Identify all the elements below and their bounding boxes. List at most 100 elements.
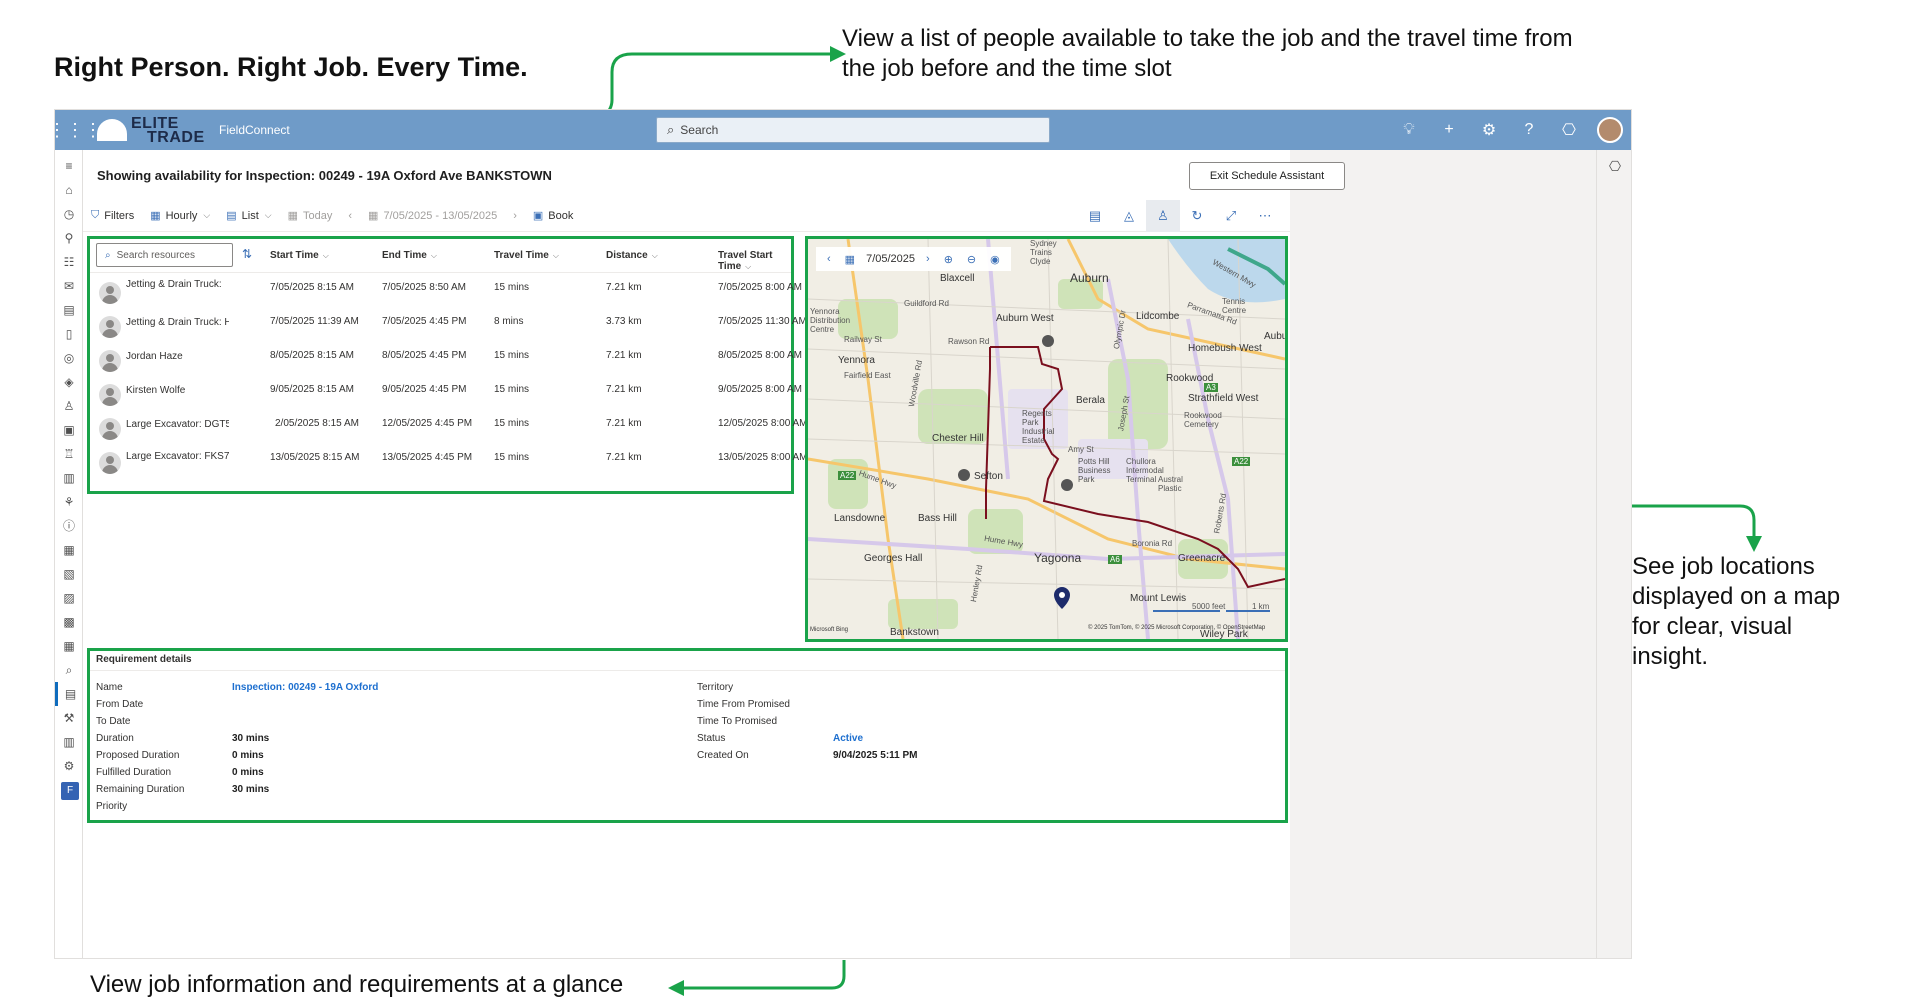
search-icon: ⌕ <box>667 122 675 137</box>
waffle-icon[interactable]: ⋮⋮⋮ <box>55 110 102 150</box>
plus-icon[interactable]: + <box>1429 121 1469 139</box>
detail-label: Status <box>697 733 726 744</box>
notes-icon[interactable]: ▧ <box>55 562 83 586</box>
resource-name[interactable]: Large Excavator: FKS785 <box>126 451 229 462</box>
dashboard-icon[interactable]: ☷ <box>55 250 83 274</box>
clipboard-icon[interactable]: ▤ <box>55 298 83 322</box>
worker-icon[interactable]: ♖ <box>55 442 83 466</box>
hourly-dropdown[interactable]: ▦ Hourly ⌵ <box>142 200 218 232</box>
detail-name-link[interactable]: Inspection: 00249 - 19A Oxford <box>232 682 378 693</box>
map-label: Auburn West <box>996 313 1054 324</box>
table-row[interactable]: Large Excavator: FKS785 13/05/2025 8:15 … <box>90 445 808 479</box>
resource-name[interactable]: Jetting & Drain Truck: <box>126 279 229 290</box>
schedule-nav-icon[interactable]: ▤ <box>55 682 83 706</box>
area-switcher[interactable]: F <box>61 782 79 800</box>
map-label: Potts Hill Business Park <box>1078 457 1111 484</box>
column-header-travel-start-time[interactable]: Travel Start Time ⌵ <box>718 250 791 272</box>
expand-icon[interactable]: ⤢ <box>1214 200 1248 232</box>
table-row[interactable]: Large Excavator: DGT564 2/05/2025 8:15 A… <box>90 411 808 445</box>
resource-name[interactable]: Kirsten Wolfe <box>126 385 229 396</box>
header-divider <box>90 272 791 273</box>
app-name[interactable]: FieldConnect <box>219 123 290 137</box>
detail-label: To Date <box>96 716 131 727</box>
list-nav-icon[interactable]: ▨ <box>55 586 83 610</box>
distance-cell: 3.73 km <box>606 316 642 327</box>
lightbulb-icon[interactable]: 💡︎ <box>1389 121 1429 139</box>
sort-icon[interactable]: ⇅ <box>242 247 252 261</box>
mail-icon[interactable]: ✉ <box>55 274 83 298</box>
detail-label: Territory <box>697 682 734 693</box>
map-date[interactable]: 7/05/2025 <box>866 253 915 265</box>
zoom-out-icon[interactable]: ⊖ <box>967 253 976 266</box>
search-nav-icon[interactable]: ⌕ <box>55 658 83 682</box>
refresh-icon[interactable]: ↻ <box>1180 200 1214 232</box>
resource-name[interactable]: Jordan Haze <box>126 351 229 362</box>
travel-start-cell: 8/05/2025 8:00 AM <box>718 350 802 361</box>
table-row[interactable]: Jetting & Drain Truck: HJI 7/05/2025 11:… <box>90 309 807 343</box>
form-icon[interactable]: ▥ <box>55 730 83 754</box>
zoom-in-icon[interactable]: ⊕ <box>944 253 953 266</box>
route-icon[interactable]: ⚘ <box>55 490 83 514</box>
copilot-icon[interactable]: ⎔ <box>1549 120 1589 140</box>
resource-name[interactable]: Large Excavator: DGT564 <box>126 419 229 430</box>
road-label: Boronia Rd <box>1132 539 1173 548</box>
end-time-cell: 7/05/2025 8:50 AM <box>382 282 466 293</box>
column-header-end-time[interactable]: End Time ⌵ <box>382 250 437 261</box>
document-icon[interactable]: ▯ <box>55 322 83 346</box>
app-window: ⋮⋮⋮ ELITE TRADE FieldConnect ⌕ Search 💡︎… <box>54 109 1632 959</box>
scale-feet: 5000 feet <box>1192 602 1226 611</box>
settings-nav-icon[interactable]: ⚙ <box>55 754 83 778</box>
eye-icon[interactable]: ◉ <box>990 253 1000 266</box>
global-search-input[interactable]: ⌕ Search <box>656 117 1050 143</box>
pin-nav-icon[interactable]: ⚲ <box>55 226 83 250</box>
recent-icon[interactable]: ◷ <box>55 202 83 226</box>
exit-schedule-assistant-button[interactable]: Exit Schedule Assistant <box>1189 162 1345 190</box>
travel-time-cell: 15 mins <box>494 282 530 293</box>
filters-button[interactable]: ⛉ Filters <box>83 200 142 232</box>
menu-icon[interactable]: ≡ <box>55 154 83 178</box>
book-button[interactable]: ▣ Book <box>525 200 581 232</box>
column-header-distance[interactable]: Distance ⌵ <box>606 250 658 261</box>
detail-value: 9/04/2025 5:11 PM <box>833 750 918 761</box>
help-icon[interactable]: ? <box>1509 121 1549 139</box>
table-row[interactable]: Jordan Haze 8/05/2025 8:15 AM 8/05/2025 … <box>90 343 802 377</box>
resource-name[interactable]: Jetting & Drain Truck: HJI <box>126 317 229 328</box>
table-row[interactable]: Kirsten Wolfe 9/05/2025 8:15 AM 9/05/202… <box>90 377 802 411</box>
resource-avatar <box>99 282 121 304</box>
column-header-travel-time[interactable]: Travel Time ⌵ <box>494 250 559 261</box>
bell-icon[interactable]: ◬ <box>1112 200 1146 232</box>
list-dropdown[interactable]: ▤ List ⌵ <box>218 200 279 232</box>
layers-icon[interactable]: ◈ <box>55 370 83 394</box>
copilot-rail-icon[interactable]: ⎔ <box>1597 158 1631 175</box>
column-header-start-time[interactable]: Start Time ⌵ <box>270 250 329 261</box>
previous-range-button[interactable]: ‹ <box>340 200 360 232</box>
briefcase-icon[interactable]: ▣ <box>55 418 83 442</box>
next-range-button[interactable]: › <box>505 200 525 232</box>
resource-icon[interactable]: ♙ <box>1146 200 1180 232</box>
book-icon: ▣ <box>532 210 544 222</box>
start-time-cell: 9/05/2025 8:15 AM <box>270 384 354 395</box>
person-icon[interactable]: ♙ <box>55 394 83 418</box>
gear-icon[interactable]: ⚙ <box>1469 120 1509 140</box>
details-icon[interactable]: ▤ <box>1078 200 1112 232</box>
map-label: Yennora Distribution Centre <box>810 307 851 334</box>
home-icon[interactable]: ⌂ <box>55 178 83 202</box>
detail-label: Priority <box>96 801 128 812</box>
more-icon[interactable]: ⋯ <box>1248 200 1282 232</box>
calendar-nav-icon[interactable]: ▦ <box>55 634 83 658</box>
map-prev-icon[interactable]: ‹ <box>827 253 831 265</box>
map-view[interactable]: ‹ ▦ 7/05/2025 › ⊕ ⊖ ◉ Auburn Blaxcell Au… <box>805 236 1288 642</box>
map-calendar-icon[interactable]: ▦ <box>845 253 855 266</box>
target-icon[interactable]: ◎ <box>55 346 83 370</box>
wrench-icon[interactable]: ⚒ <box>55 706 83 730</box>
map-next-icon[interactable]: › <box>926 253 930 265</box>
book-icon[interactable]: ▦ <box>55 538 83 562</box>
date-range-picker[interactable]: ▦ 7/05/2025 - 13/05/2025 <box>360 200 505 232</box>
search-resources-input[interactable]: ⌕ Search resources <box>96 243 233 267</box>
table-row[interactable]: Jetting & Drain Truck: 7/05/2025 8:15 AM… <box>90 275 802 309</box>
info-icon[interactable]: ⓘ <box>55 514 83 538</box>
checklist-icon[interactable]: ▩ <box>55 610 83 634</box>
report-icon[interactable]: ▥ <box>55 466 83 490</box>
today-button[interactable]: ▦ Today <box>280 200 341 232</box>
user-avatar[interactable] <box>1597 117 1623 143</box>
